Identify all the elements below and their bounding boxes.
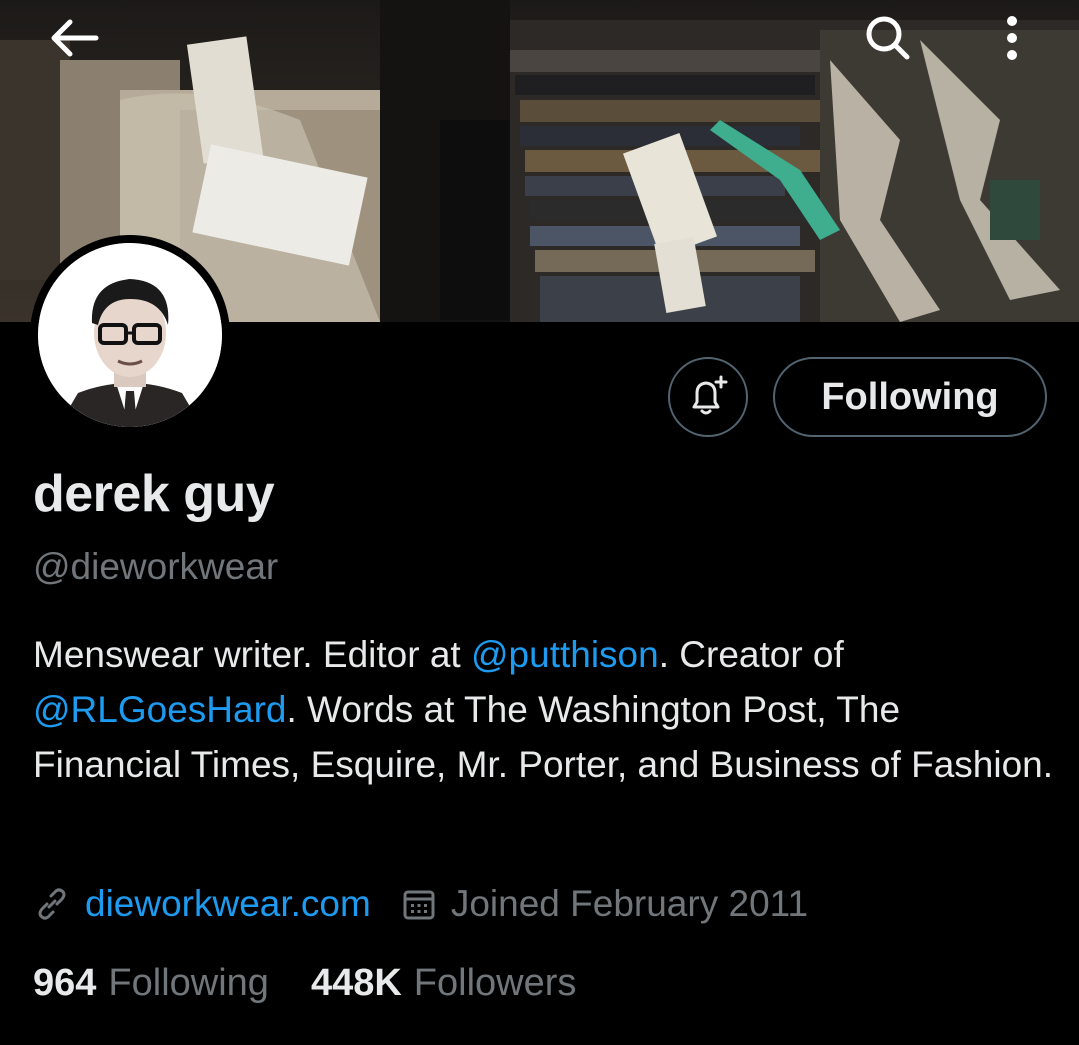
mention-link-rlgoeshard[interactable]: @RLGoesHard: [33, 689, 287, 730]
joined-text: Joined February 2011: [450, 883, 809, 924]
website-url[interactable]: dieworkwear.com: [85, 883, 371, 925]
following-count: 964: [33, 962, 97, 1004]
following-label: Following: [108, 962, 269, 1004]
more-vertical-icon: [1007, 16, 1017, 60]
search-icon: [866, 16, 910, 60]
mention-link-putthison[interactable]: @putthison: [471, 634, 659, 675]
calendar-icon: [403, 890, 435, 920]
followers-count: 448K: [310, 962, 402, 1004]
back-button[interactable]: [44, 8, 104, 68]
followers-count-link[interactable]: 448K Followers: [311, 962, 576, 1005]
more-options-button[interactable]: [982, 8, 1042, 68]
avatar[interactable]: [30, 235, 230, 435]
bio-text: Menswear writer. Editor at: [33, 634, 471, 675]
display-name: derek guy: [33, 465, 275, 523]
website-link[interactable]: dieworkwear.com: [33, 883, 371, 925]
search-button[interactable]: [858, 8, 918, 68]
joined-date: Joined February 2011: [401, 883, 808, 925]
bell-plus-icon: [692, 375, 728, 415]
notify-button[interactable]: [668, 357, 748, 437]
user-handle: @dieworkwear: [33, 546, 279, 587]
profile-stats: 964 Following 448K Followers: [33, 962, 576, 1005]
avatar-image: [38, 243, 222, 427]
arrow-left-icon: [51, 19, 99, 57]
following-button[interactable]: Following: [773, 357, 1047, 437]
profile-bio: Menswear writer. Editor at @putthison. C…: [33, 627, 1053, 792]
followers-label: Followers: [413, 962, 577, 1004]
link-icon: [38, 888, 66, 920]
profile-meta: dieworkwear.com Joined February 2011: [33, 878, 808, 930]
following-count-link[interactable]: 964 Following: [33, 962, 269, 1005]
bio-text: . Creator of: [658, 634, 844, 675]
